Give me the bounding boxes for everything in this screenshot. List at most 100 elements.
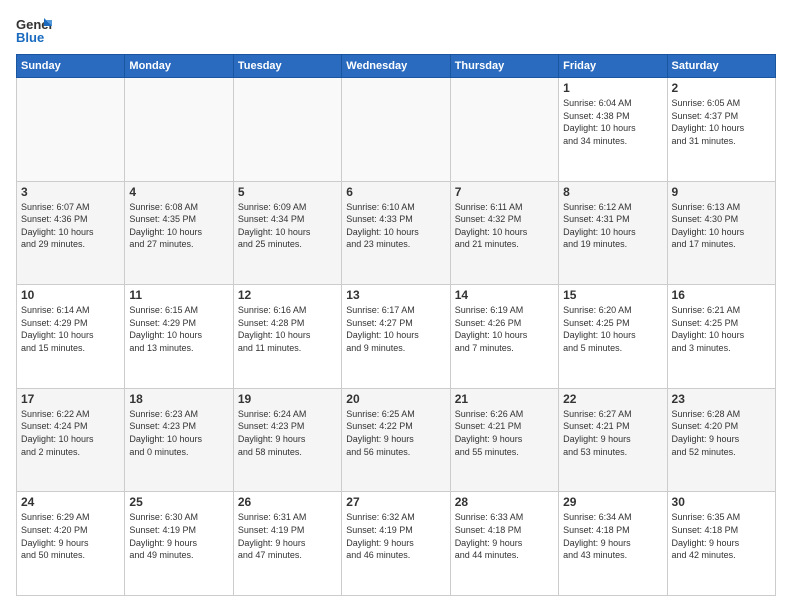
calendar-cell: 16 Sunrise: 6:21 AM Sunset: 4:25 PM Dayli…: [667, 285, 775, 389]
calendar-cell: 21 Sunrise: 6:26 AM Sunset: 4:21 PM Dayli…: [450, 388, 558, 492]
calendar-cell: 2 Sunrise: 6:05 AM Sunset: 4:37 PM Daylig…: [667, 78, 775, 182]
calendar-cell: 23 Sunrise: 6:28 AM Sunset: 4:20 PM Dayli…: [667, 388, 775, 492]
day-number: 23: [672, 392, 771, 406]
day-number: 4: [129, 185, 228, 199]
calendar-cell: [17, 78, 125, 182]
day-info: Sunrise: 6:28 AM Sunset: 4:20 PM Dayligh…: [672, 408, 771, 458]
day-info: Sunrise: 6:05 AM Sunset: 4:37 PM Dayligh…: [672, 97, 771, 147]
calendar-header-row: Sunday Monday Tuesday Wednesday Thursday…: [17, 55, 776, 78]
calendar-table: Sunday Monday Tuesday Wednesday Thursday…: [16, 54, 776, 596]
day-number: 24: [21, 495, 120, 509]
calendar-cell: 20 Sunrise: 6:25 AM Sunset: 4:22 PM Dayli…: [342, 388, 450, 492]
day-info: Sunrise: 6:23 AM Sunset: 4:23 PM Dayligh…: [129, 408, 228, 458]
calendar-week-row: 17 Sunrise: 6:22 AM Sunset: 4:24 PM Dayli…: [17, 388, 776, 492]
col-tuesday: Tuesday: [233, 55, 341, 78]
day-number: 12: [238, 288, 337, 302]
day-number: 29: [563, 495, 662, 509]
col-sunday: Sunday: [17, 55, 125, 78]
day-number: 9: [672, 185, 771, 199]
day-info: Sunrise: 6:22 AM Sunset: 4:24 PM Dayligh…: [21, 408, 120, 458]
col-monday: Monday: [125, 55, 233, 78]
day-number: 2: [672, 81, 771, 95]
day-info: Sunrise: 6:31 AM Sunset: 4:19 PM Dayligh…: [238, 511, 337, 561]
day-info: Sunrise: 6:14 AM Sunset: 4:29 PM Dayligh…: [21, 304, 120, 354]
day-number: 17: [21, 392, 120, 406]
calendar-cell: 30Sunrise: 6:35 AM Sunset: 4:18 PM Dayli…: [667, 492, 775, 596]
calendar-cell: 27Sunrise: 6:32 AM Sunset: 4:19 PM Dayli…: [342, 492, 450, 596]
day-number: 18: [129, 392, 228, 406]
day-info: Sunrise: 6:29 AM Sunset: 4:20 PM Dayligh…: [21, 511, 120, 561]
day-number: 10: [21, 288, 120, 302]
day-number: 19: [238, 392, 337, 406]
day-number: 6: [346, 185, 445, 199]
day-info: Sunrise: 6:35 AM Sunset: 4:18 PM Dayligh…: [672, 511, 771, 561]
calendar-cell: 10 Sunrise: 6:14 AM Sunset: 4:29 PM Dayli…: [17, 285, 125, 389]
day-number: 7: [455, 185, 554, 199]
day-number: 28: [455, 495, 554, 509]
header: General Blue: [16, 16, 776, 44]
calendar-cell: 24 Sunrise: 6:29 AM Sunset: 4:20 PM Dayli…: [17, 492, 125, 596]
calendar-cell: 14 Sunrise: 6:19 AM Sunset: 4:26 PM Dayli…: [450, 285, 558, 389]
day-info: Sunrise: 6:32 AM Sunset: 4:19 PM Dayligh…: [346, 511, 445, 561]
day-number: 1: [563, 81, 662, 95]
day-number: 25: [129, 495, 228, 509]
calendar-cell: [342, 78, 450, 182]
calendar-cell: 18 Sunrise: 6:23 AM Sunset: 4:23 PM Dayli…: [125, 388, 233, 492]
day-number: 11: [129, 288, 228, 302]
col-friday: Friday: [559, 55, 667, 78]
calendar-cell: 5 Sunrise: 6:09 AM Sunset: 4:34 PM Daylig…: [233, 181, 341, 285]
calendar-cell: 25 Sunrise: 6:30 AM Sunset: 4:19 PM Dayli…: [125, 492, 233, 596]
day-number: 3: [21, 185, 120, 199]
calendar-cell: 22 Sunrise: 6:27 AM Sunset: 4:21 PM Dayli…: [559, 388, 667, 492]
calendar-cell: 9 Sunrise: 6:13 AM Sunset: 4:30 PM Daylig…: [667, 181, 775, 285]
day-info: Sunrise: 6:07 AM Sunset: 4:36 PM Dayligh…: [21, 201, 120, 251]
day-info: Sunrise: 6:09 AM Sunset: 4:34 PM Dayligh…: [238, 201, 337, 251]
day-number: 13: [346, 288, 445, 302]
day-info: Sunrise: 6:13 AM Sunset: 4:30 PM Dayligh…: [672, 201, 771, 251]
day-info: Sunrise: 6:17 AM Sunset: 4:27 PM Dayligh…: [346, 304, 445, 354]
day-info: Sunrise: 6:15 AM Sunset: 4:29 PM Dayligh…: [129, 304, 228, 354]
col-saturday: Saturday: [667, 55, 775, 78]
calendar-week-row: 1 Sunrise: 6:04 AM Sunset: 4:38 PM Daylig…: [17, 78, 776, 182]
day-number: 22: [563, 392, 662, 406]
day-info: Sunrise: 6:25 AM Sunset: 4:22 PM Dayligh…: [346, 408, 445, 458]
day-number: 5: [238, 185, 337, 199]
day-number: 26: [238, 495, 337, 509]
day-info: Sunrise: 6:21 AM Sunset: 4:25 PM Dayligh…: [672, 304, 771, 354]
logo-icon: General Blue: [16, 16, 52, 44]
calendar-cell: 28 Sunrise: 6:33 AM Sunset: 4:18 PM Dayli…: [450, 492, 558, 596]
day-number: 21: [455, 392, 554, 406]
day-info: Sunrise: 6:34 AM Sunset: 4:18 PM Dayligh…: [563, 511, 662, 561]
day-number: 20: [346, 392, 445, 406]
calendar-cell: 17 Sunrise: 6:22 AM Sunset: 4:24 PM Dayli…: [17, 388, 125, 492]
day-info: Sunrise: 6:12 AM Sunset: 4:31 PM Dayligh…: [563, 201, 662, 251]
day-info: Sunrise: 6:19 AM Sunset: 4:26 PM Dayligh…: [455, 304, 554, 354]
calendar-week-row: 10 Sunrise: 6:14 AM Sunset: 4:29 PM Dayli…: [17, 285, 776, 389]
calendar-cell: 15 Sunrise: 6:20 AM Sunset: 4:25 PM Dayli…: [559, 285, 667, 389]
day-info: Sunrise: 6:30 AM Sunset: 4:19 PM Dayligh…: [129, 511, 228, 561]
calendar-cell: 26 Sunrise: 6:31 AM Sunset: 4:19 PM Dayli…: [233, 492, 341, 596]
calendar-cell: 1 Sunrise: 6:04 AM Sunset: 4:38 PM Daylig…: [559, 78, 667, 182]
calendar-week-row: 24 Sunrise: 6:29 AM Sunset: 4:20 PM Dayli…: [17, 492, 776, 596]
day-info: Sunrise: 6:08 AM Sunset: 4:35 PM Dayligh…: [129, 201, 228, 251]
day-info: Sunrise: 6:26 AM Sunset: 4:21 PM Dayligh…: [455, 408, 554, 458]
day-info: Sunrise: 6:33 AM Sunset: 4:18 PM Dayligh…: [455, 511, 554, 561]
calendar-cell: 19Sunrise: 6:24 AM Sunset: 4:23 PM Dayli…: [233, 388, 341, 492]
calendar-cell: 12Sunrise: 6:16 AM Sunset: 4:28 PM Dayli…: [233, 285, 341, 389]
calendar-cell: [125, 78, 233, 182]
day-info: Sunrise: 6:27 AM Sunset: 4:21 PM Dayligh…: [563, 408, 662, 458]
day-number: 16: [672, 288, 771, 302]
logo: General Blue: [16, 16, 56, 44]
calendar-cell: [233, 78, 341, 182]
page: General Blue Sunday Monday Tuesday Wedne…: [0, 0, 792, 612]
day-info: Sunrise: 6:11 AM Sunset: 4:32 PM Dayligh…: [455, 201, 554, 251]
day-number: 15: [563, 288, 662, 302]
calendar-cell: 6Sunrise: 6:10 AM Sunset: 4:33 PM Daylig…: [342, 181, 450, 285]
calendar-cell: 13 Sunrise: 6:17 AM Sunset: 4:27 PM Dayli…: [342, 285, 450, 389]
day-info: Sunrise: 6:04 AM Sunset: 4:38 PM Dayligh…: [563, 97, 662, 147]
day-number: 14: [455, 288, 554, 302]
svg-text:Blue: Blue: [16, 30, 44, 44]
col-wednesday: Wednesday: [342, 55, 450, 78]
day-info: Sunrise: 6:20 AM Sunset: 4:25 PM Dayligh…: [563, 304, 662, 354]
calendar-cell: 3 Sunrise: 6:07 AM Sunset: 4:36 PM Daylig…: [17, 181, 125, 285]
